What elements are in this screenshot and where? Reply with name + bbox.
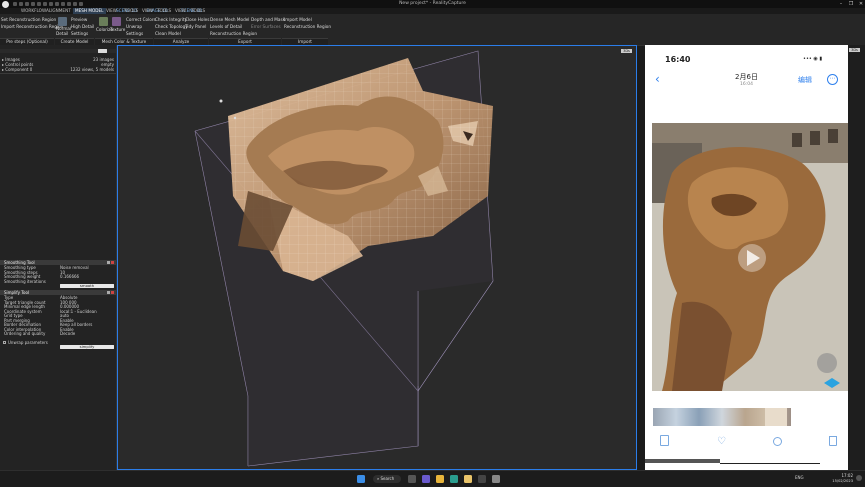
- prop-label: Ordering and quality: [4, 331, 46, 336]
- title-bar: New project* - RealityCapture – ❐ ✕: [0, 0, 865, 8]
- left-panel: ▸ Images 23 images ▸ Control points empt…: [0, 45, 117, 470]
- texture-icon[interactable]: [112, 17, 121, 26]
- check-integrity-button[interactable]: Check Integrity: [155, 17, 187, 22]
- group-pre-steps: Pre steps (Optional): [0, 38, 54, 45]
- terminal-icon[interactable]: [478, 475, 486, 483]
- normal-detail-button[interactable]: Normal Detail: [56, 26, 71, 36]
- close-button[interactable]: ✕: [856, 0, 865, 8]
- group-import: Import: [282, 38, 328, 45]
- export-region-button[interactable]: Reconstruction Region: [210, 31, 257, 36]
- panel-layout-button[interactable]: [98, 49, 107, 53]
- set-reconstruction-region-button[interactable]: Set Reconstruction Region: [1, 17, 56, 22]
- smooth-button[interactable]: smooth: [60, 283, 114, 288]
- checkbox-label: Unwrap parameters: [8, 340, 48, 345]
- tree-value: 1232 views, 5 models: [70, 67, 114, 72]
- search-box[interactable]: ⌕ Search: [373, 475, 401, 483]
- close-holes-button[interactable]: Close Holes: [185, 17, 209, 22]
- clock-time[interactable]: 17:02: [829, 473, 853, 478]
- right-strip: 3Ds: [848, 45, 865, 470]
- texture-button[interactable]: Texture: [110, 27, 125, 32]
- pin-icon[interactable]: [107, 261, 110, 264]
- share-icon[interactable]: [660, 435, 669, 446]
- check-topology-button[interactable]: Check Topology: [155, 24, 188, 29]
- task-view-icon[interactable]: [408, 475, 416, 483]
- mesh-icon[interactable]: [58, 17, 67, 26]
- divider: [0, 73, 116, 74]
- simplify-tool-header: Simplify Tool: [0, 290, 116, 295]
- pin-icon[interactable]: [107, 291, 110, 294]
- photo-time: 16:04: [740, 82, 753, 87]
- assistive-touch-icon: [817, 353, 837, 373]
- file-explorer-icon[interactable]: [436, 475, 444, 483]
- realitycapture-icon[interactable]: [492, 475, 500, 483]
- window-title: New project* - RealityCapture: [399, 1, 466, 6]
- minimize-button[interactable]: –: [836, 0, 846, 8]
- 3d-viewport[interactable]: 3Ds: [117, 45, 637, 470]
- clean-model-button[interactable]: Clean Model: [155, 31, 181, 36]
- group-color-texture: Mesh Color & Texture: [95, 38, 153, 45]
- phone-time: 16:40: [665, 55, 691, 64]
- export-dense-mesh-button[interactable]: Dense Mesh Model: [210, 17, 249, 22]
- close-icon[interactable]: [111, 261, 114, 264]
- clock-date[interactable]: 15/02/2023: [825, 479, 853, 483]
- panel-header: [0, 49, 116, 53]
- tidy-panel-button[interactable]: Tidy Panel: [185, 24, 206, 29]
- texture-settings-button[interactable]: Settings: [126, 31, 143, 36]
- colorize-icon[interactable]: [99, 17, 108, 26]
- import-reconstruction-region-button[interactable]: Import Reconstruction Region: [1, 24, 63, 29]
- preview-button[interactable]: Preview: [71, 17, 87, 22]
- unwrap-button[interactable]: Unwrap: [126, 24, 142, 29]
- phone-photos-panel: 16:40 ••• ◉ ▮ ‹ 2月6日 16:04 编辑 ⋯ ♡: [645, 45, 848, 470]
- region-handle-icon: [219, 99, 223, 103]
- export-depth-mask-button[interactable]: Depth and Mask: [251, 17, 285, 22]
- info-icon[interactable]: [773, 437, 782, 446]
- edit-button[interactable]: 编辑: [798, 75, 812, 85]
- export-error-surfaces-button[interactable]: Error Surfaces: [251, 24, 281, 29]
- group-create-model: Create Model: [55, 38, 94, 45]
- model-settings-button[interactable]: Settings: [71, 31, 88, 36]
- start-icon[interactable]: [357, 475, 365, 483]
- import-model-button[interactable]: Import Model: [284, 17, 312, 22]
- favorite-icon[interactable]: ♡: [717, 436, 726, 447]
- correct-colors-button[interactable]: Correct Colors: [126, 17, 156, 22]
- region-handle-icon: [233, 116, 237, 120]
- progress-bar: [645, 459, 720, 463]
- high-detail-button[interactable]: High Detail: [71, 24, 94, 29]
- thumbnail-current[interactable]: [765, 408, 787, 426]
- mesh-scene: [194, 50, 494, 467]
- ribbon: Set Reconstruction Region Import Reconst…: [0, 14, 865, 46]
- chrome-icon[interactable]: [464, 475, 472, 483]
- group-analyze: Analyze: [154, 38, 208, 45]
- edge-icon[interactable]: [450, 475, 458, 483]
- status-icons: ••• ◉ ▮: [803, 56, 823, 62]
- import-region-button[interactable]: Reconstruction Region: [284, 24, 331, 29]
- home-indicator: [720, 463, 820, 464]
- trash-icon[interactable]: [829, 436, 837, 446]
- sculpture-photo[interactable]: [652, 123, 848, 391]
- simplify-button[interactable]: simplify: [60, 345, 114, 349]
- maximize-button[interactable]: ❐: [846, 0, 856, 8]
- prop-label: Smoothing iterations: [4, 278, 46, 284]
- notification-icon[interactable]: [856, 475, 862, 481]
- language-indicator[interactable]: ENG: [795, 475, 804, 480]
- tree-item-component[interactable]: ▸ Component 0: [2, 67, 32, 72]
- teams-icon[interactable]: [422, 475, 430, 483]
- unwrap-parameters-checkbox[interactable]: [3, 341, 6, 344]
- ordering-select[interactable]: Decode: [60, 331, 75, 336]
- group-export: Export: [209, 38, 281, 45]
- close-icon[interactable]: [111, 291, 114, 294]
- view-label[interactable]: 3Ds: [849, 48, 860, 52]
- taskbar: ⌕ Search ENG 17:02 15/02/2023: [0, 470, 865, 487]
- export-lod-button[interactable]: Levels of Detail: [210, 24, 242, 29]
- more-icon[interactable]: ⋯: [827, 74, 838, 85]
- smoothing-weight-input[interactable]: 0.166666: [60, 274, 79, 279]
- photo-date: 2月6日: [735, 73, 758, 81]
